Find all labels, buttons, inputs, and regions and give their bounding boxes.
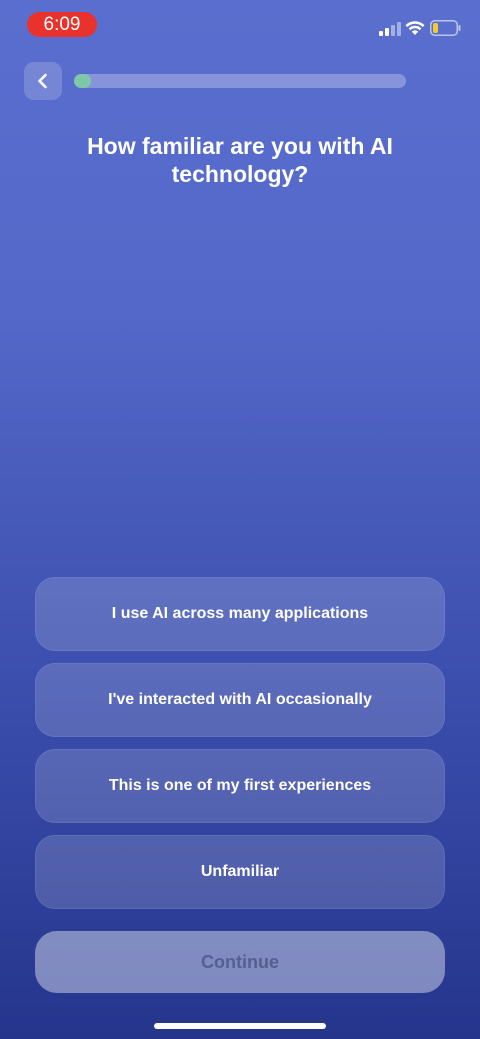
continue-button[interactable]: Continue (35, 931, 445, 993)
progress-fill (74, 74, 91, 88)
answer-options: I use AI across many applications I've i… (35, 577, 445, 921)
option-occasionally[interactable]: I've interacted with AI occasionally (35, 663, 445, 737)
signal-bars-icon (379, 22, 401, 36)
status-time: 6:09 (27, 12, 97, 37)
header (0, 62, 480, 102)
option-first-experiences[interactable]: This is one of my first experiences (35, 749, 445, 823)
back-button[interactable] (24, 62, 62, 100)
question-title: How familiar are you with AI technology? (87, 133, 393, 187)
home-indicator[interactable] (154, 1023, 326, 1029)
option-many-applications[interactable]: I use AI across many applications (35, 577, 445, 651)
option-unfamiliar[interactable]: Unfamiliar (35, 835, 445, 909)
wifi-icon (405, 21, 425, 35)
progress-bar (74, 74, 406, 88)
chevron-left-icon (38, 73, 47, 89)
status-bar: 6:09 (0, 0, 480, 50)
battery-low-icon (430, 20, 461, 36)
